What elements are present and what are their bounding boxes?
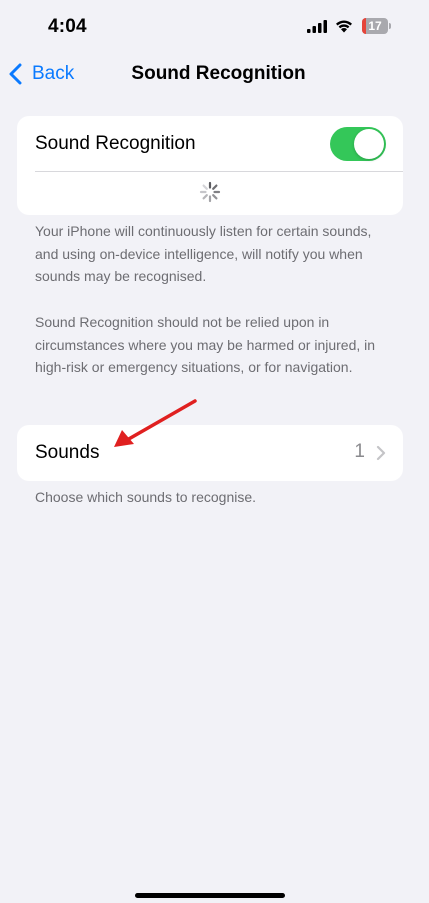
- description-paragraph-1: Your iPhone will continuously listen for…: [35, 223, 372, 284]
- navigation-bar: Back Sound Recognition: [0, 55, 429, 95]
- status-time: 4:04: [48, 16, 87, 37]
- sounds-count: 1: [354, 441, 365, 462]
- chevron-right-icon: [376, 445, 386, 461]
- back-button[interactable]: Back: [8, 55, 74, 93]
- sounds-row[interactable]: Sounds 1: [17, 425, 403, 481]
- activity-spinner-icon: [199, 181, 221, 203]
- chevron-left-icon: [9, 63, 22, 85]
- back-label: Back: [32, 63, 75, 84]
- battery-level: 17: [368, 19, 382, 33]
- sound-recognition-card: Sound Recognition: [17, 116, 403, 215]
- toggle-knob: [354, 129, 384, 159]
- divider: [35, 171, 403, 172]
- status-bar: 4:04 17: [0, 0, 429, 50]
- sounds-label: Sounds: [35, 442, 100, 463]
- sound-recognition-label: Sound Recognition: [35, 133, 196, 154]
- sounds-footnote: Choose which sounds to recognise.: [35, 489, 257, 505]
- battery-icon: 17: [362, 18, 392, 34]
- sound-recognition-toggle[interactable]: [330, 127, 386, 161]
- home-indicator: [135, 893, 285, 898]
- wifi-icon: [336, 20, 352, 33]
- cellular-signal-icon: [307, 20, 327, 33]
- description-paragraph-2: Sound Recognition should not be relied u…: [35, 314, 376, 375]
